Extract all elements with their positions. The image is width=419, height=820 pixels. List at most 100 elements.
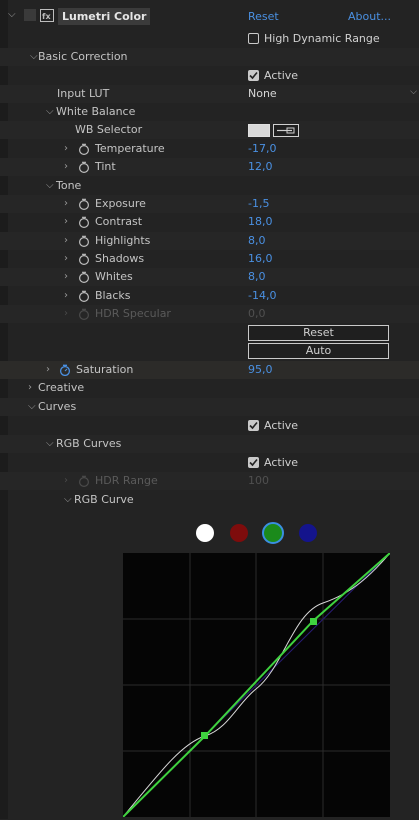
- white-balance-row[interactable]: ⌵ White Balance: [0, 103, 419, 121]
- rgb-curve-graph[interactable]: [122, 552, 391, 818]
- stopwatch-icon[interactable]: [78, 161, 90, 173]
- tone-auto-button[interactable]: Auto: [248, 343, 389, 359]
- curve-svg[interactable]: [122, 552, 391, 818]
- wb-selector-row: WB Selector: [0, 121, 419, 139]
- hdr-specular-value: 0,0: [248, 307, 266, 320]
- blue-channel-button[interactable]: [299, 524, 317, 542]
- temperature-value[interactable]: -17,0: [248, 142, 276, 156]
- svg-text:fx: fx: [42, 12, 51, 21]
- exposure-label: Exposure: [95, 197, 146, 210]
- curves-row[interactable]: ⌵ Curves: [0, 398, 419, 416]
- chevron-right-icon[interactable]: ›: [64, 160, 68, 174]
- basic-active-label: Active: [264, 69, 299, 82]
- curves-active-label: Active: [264, 419, 299, 432]
- temperature-row: › Temperature -17,0: [0, 140, 419, 158]
- tone-reset-button[interactable]: Reset: [248, 325, 389, 341]
- curves-label: Curves: [38, 400, 77, 413]
- curves-active-row: Active: [0, 417, 419, 435]
- temperature-label: Temperature: [95, 142, 165, 155]
- basic-correction-label: Basic Correction: [38, 50, 128, 63]
- chevron-right-icon[interactable]: ›: [64, 270, 68, 284]
- curves-active-checkbox[interactable]: [248, 420, 259, 431]
- rgb-curves-active-label: Active: [264, 456, 299, 469]
- creative-row[interactable]: › Creative: [0, 379, 419, 397]
- chevron-right-icon[interactable]: ›: [64, 252, 68, 266]
- chevron-right-icon[interactable]: ›: [64, 142, 68, 156]
- basic-correction-row[interactable]: ⌵ Basic Correction: [0, 48, 419, 66]
- chevron-right-icon: ›: [64, 475, 68, 486]
- about-link[interactable]: About...: [348, 10, 391, 23]
- tint-value[interactable]: 12,0: [248, 160, 273, 174]
- rgb-curve-label: RGB Curve: [74, 493, 134, 506]
- rgb-curves-label: RGB Curves: [56, 437, 122, 450]
- stopwatch-icon: [78, 308, 90, 320]
- chevron-right-icon[interactable]: ›: [64, 215, 68, 229]
- chevron-down-icon[interactable]: ⌵: [64, 493, 72, 507]
- chevron-down-icon[interactable]: ⌵: [8, 8, 16, 22]
- input-lut-label: Input LUT: [57, 87, 110, 100]
- chevron-down-icon[interactable]: ⌵: [46, 105, 54, 119]
- contrast-value[interactable]: 18,0: [248, 215, 273, 229]
- highlights-row: › Highlights 8,0: [0, 232, 419, 250]
- white-channel-button[interactable]: [196, 524, 214, 542]
- exposure-value[interactable]: -1,5: [248, 197, 269, 211]
- fx-badge-icon: fx: [40, 9, 54, 25]
- shadows-row: › Shadows 16,0: [0, 250, 419, 268]
- highlights-value[interactable]: 8,0: [248, 234, 266, 248]
- rgb-curves-active-row: Active: [0, 454, 419, 472]
- dropdown-arrow-icon[interactable]: ⌵: [410, 87, 417, 97]
- rgb-curve-row[interactable]: ⌵ RGB Curve: [0, 491, 419, 509]
- chevron-right-icon: ›: [64, 308, 68, 319]
- blacks-value[interactable]: -14,0: [248, 289, 276, 303]
- red-channel-button[interactable]: [230, 524, 248, 542]
- effect-header: ⌵ fx Lumetri Color Reset About...: [0, 8, 419, 28]
- stopwatch-icon[interactable]: [78, 290, 90, 302]
- stopwatch-icon[interactable]: [78, 216, 90, 228]
- stopwatch-icon[interactable]: [78, 271, 90, 283]
- chevron-right-icon[interactable]: ›: [64, 289, 68, 303]
- whites-value[interactable]: 8,0: [248, 270, 266, 284]
- chevron-right-icon[interactable]: ›: [28, 381, 32, 395]
- fx-toggle[interactable]: [24, 9, 36, 21]
- chevron-right-icon[interactable]: ›: [64, 234, 68, 248]
- input-lut-dropdown[interactable]: None: [248, 87, 277, 101]
- exposure-row: › Exposure -1,5: [0, 195, 419, 213]
- hdr-specular-label: HDR Specular: [95, 307, 171, 320]
- stopwatch-active-icon[interactable]: [59, 364, 71, 376]
- stopwatch-icon[interactable]: [78, 235, 90, 247]
- whites-row: › Whites 8,0: [0, 268, 419, 286]
- whites-label: Whites: [95, 270, 133, 283]
- effect-name[interactable]: Lumetri Color: [58, 8, 151, 25]
- chevron-down-icon[interactable]: ⌵: [46, 437, 54, 451]
- auto-button-row: Auto: [0, 342, 419, 360]
- rgb-curves-active-checkbox[interactable]: [248, 457, 259, 468]
- rgb-curves-row[interactable]: ⌵ RGB Curves: [0, 435, 419, 453]
- stopwatch-icon: [78, 475, 90, 487]
- chevron-right-icon[interactable]: ›: [46, 363, 50, 377]
- stopwatch-icon[interactable]: [78, 253, 90, 265]
- chevron-right-icon[interactable]: ›: [64, 197, 68, 211]
- hdr-range-label: HDR Range: [95, 474, 158, 487]
- tint-label: Tint: [95, 160, 116, 173]
- chevron-down-icon[interactable]: ⌵: [30, 50, 38, 64]
- curve-point[interactable]: [310, 618, 317, 625]
- saturation-label: Saturation: [76, 363, 134, 376]
- reset-link[interactable]: Reset: [248, 10, 279, 23]
- saturation-value[interactable]: 95,0: [248, 363, 273, 377]
- chevron-down-icon[interactable]: ⌵: [28, 400, 36, 414]
- hdr-row: High Dynamic Range: [0, 30, 419, 48]
- tone-row[interactable]: ⌵ Tone: [0, 177, 419, 195]
- shadows-value[interactable]: 16,0: [248, 252, 273, 266]
- hdr-checkbox[interactable]: [248, 33, 259, 44]
- stopwatch-icon[interactable]: [78, 143, 90, 155]
- basic-active-row: Active: [0, 67, 419, 85]
- stopwatch-icon[interactable]: [78, 198, 90, 210]
- green-channel-button[interactable]: [262, 522, 284, 544]
- chevron-down-icon[interactable]: ⌵: [46, 179, 54, 193]
- curve-point[interactable]: [201, 732, 208, 739]
- wb-color-swatch[interactable]: [248, 124, 270, 137]
- white-balance-label: White Balance: [56, 105, 136, 118]
- basic-active-checkbox[interactable]: [248, 70, 259, 81]
- eyedropper-icon[interactable]: [273, 124, 299, 137]
- hdr-label: High Dynamic Range: [264, 32, 380, 45]
